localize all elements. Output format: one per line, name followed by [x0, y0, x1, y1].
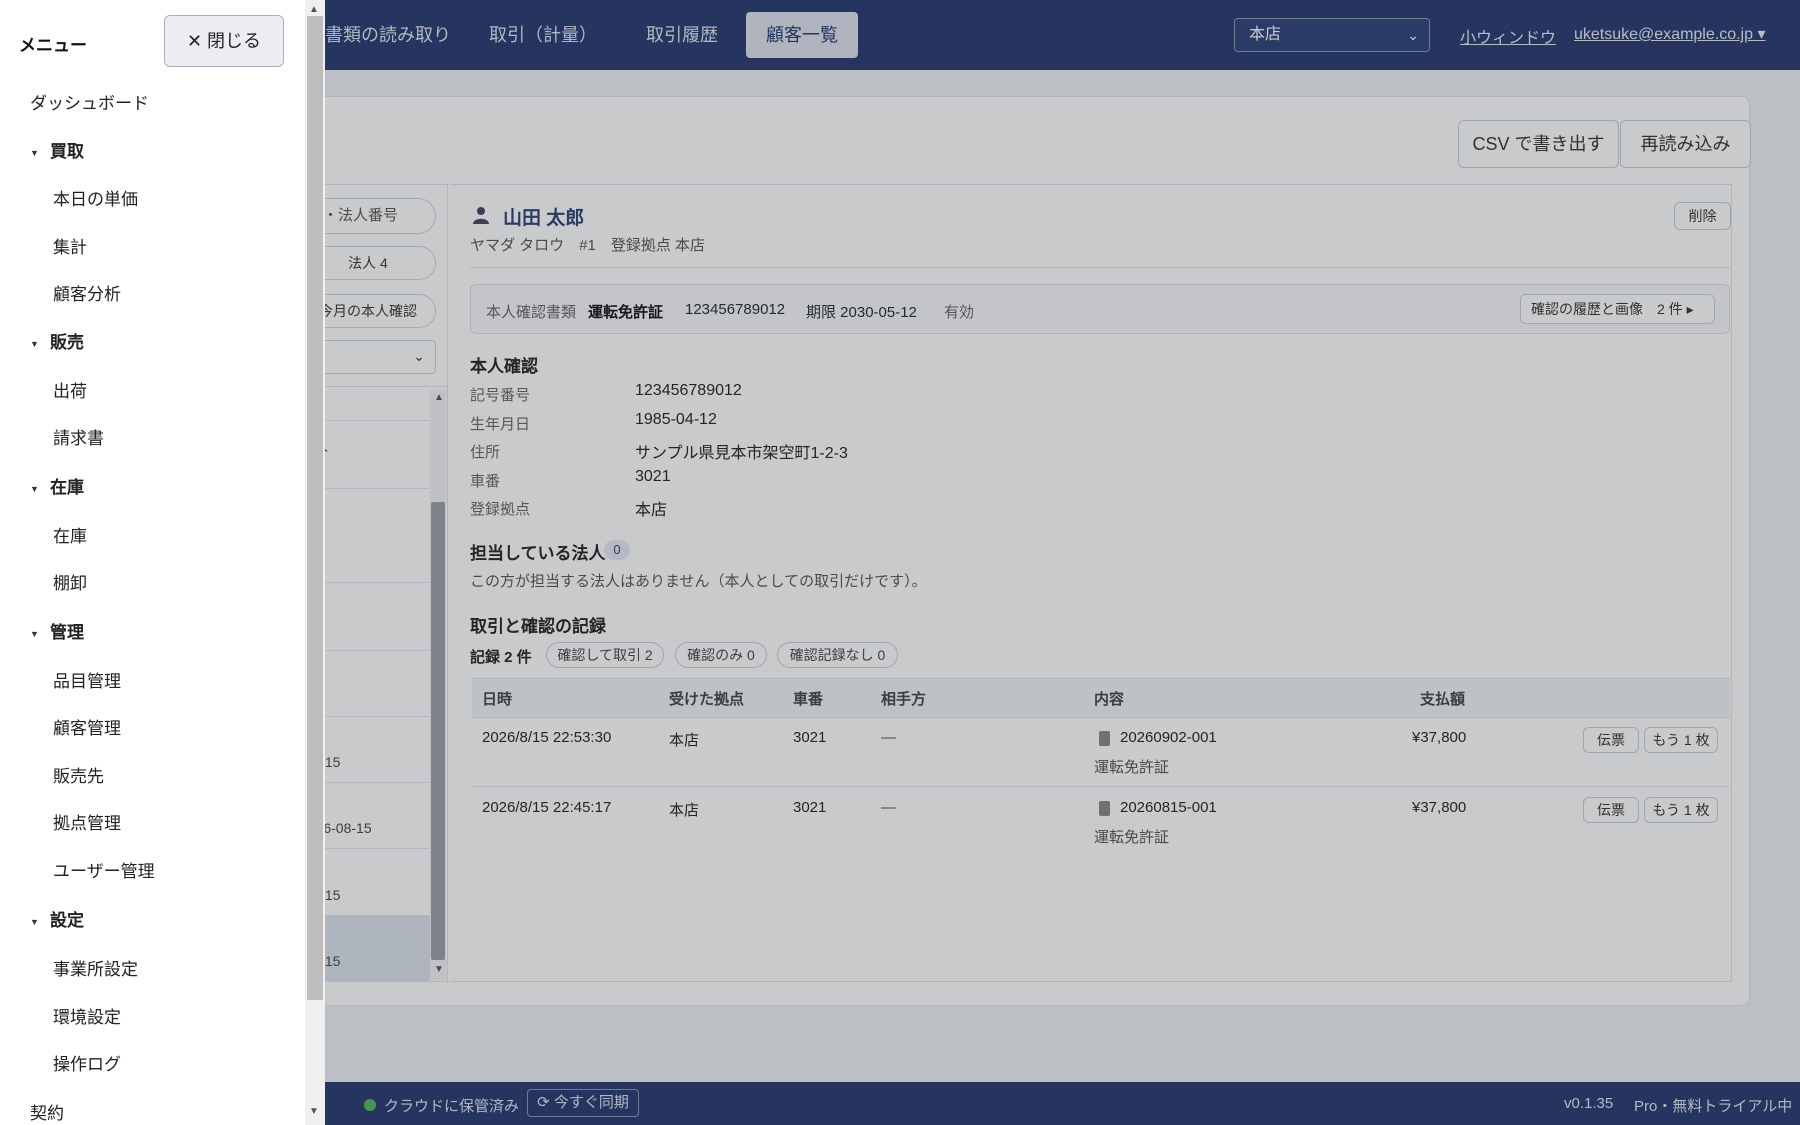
menu-item-customer-analysis[interactable]: 顧客分析 [53, 280, 121, 305]
menu-item-stocktake[interactable]: 棚卸 [53, 569, 87, 594]
menu-item-summary[interactable]: 集計 [53, 233, 87, 258]
menu-item-environment-settings[interactable]: 環境設定 [53, 1003, 121, 1028]
menu-item-shipping[interactable]: 出荷 [53, 377, 87, 402]
menu-item-buyers[interactable]: 販売先 [53, 762, 104, 787]
menu-group-label: 販売 [50, 333, 84, 352]
menu-group-label: 設定 [50, 911, 84, 930]
menu-item-todays-price[interactable]: 本日の単価 [53, 185, 138, 210]
menu-group-settings[interactable]: ▼ 設定 [30, 906, 84, 931]
menu-group-label: 買取 [50, 142, 84, 161]
caret-down-icon: ▼ [30, 628, 39, 639]
menu-group-label: 管理 [50, 623, 84, 642]
menu-item-branch-management[interactable]: 拠点管理 [53, 809, 121, 834]
menu-scrollbar-thumb[interactable] [307, 16, 323, 1000]
menu-group-purchase[interactable]: ▼ 買取 [30, 137, 84, 162]
menu-item-customer-management[interactable]: 顧客管理 [53, 714, 121, 739]
menu-group-sales[interactable]: ▼ 販売 [30, 328, 84, 353]
menu-item-contract[interactable]: 契約 [30, 1099, 64, 1124]
scroll-down-icon[interactable]: ▼ [309, 1106, 319, 1117]
menu-item-item-management[interactable]: 品目管理 [53, 667, 121, 692]
menu-group-label: 在庫 [50, 478, 84, 497]
menu-item-dashboard[interactable]: ダッシュボード [30, 89, 149, 114]
side-menu-drawer: メニュー ✕ 閉じる ダッシュボード ▼ 買取 本日の単価 集計 顧客分析 ▼ 販売… [0, 0, 305, 1125]
menu-item-stock[interactable]: 在庫 [53, 522, 87, 547]
caret-down-icon: ▼ [30, 483, 39, 494]
menu-item-user-management[interactable]: ユーザー管理 [53, 857, 155, 882]
menu-group-admin[interactable]: ▼ 管理 [30, 618, 84, 643]
menu-title: メニュー [19, 36, 87, 55]
caret-down-icon: ▼ [30, 916, 39, 927]
scroll-up-icon[interactable]: ▲ [309, 4, 319, 15]
caret-down-icon: ▼ [30, 338, 39, 349]
close-menu-button[interactable]: ✕ 閉じる [164, 15, 284, 67]
menu-group-inventory[interactable]: ▼ 在庫 [30, 473, 84, 498]
menu-item-office-settings[interactable]: 事業所設定 [53, 955, 138, 980]
menu-item-operation-log[interactable]: 操作ログ [53, 1050, 121, 1075]
caret-down-icon: ▼ [30, 147, 39, 158]
menu-item-invoice[interactable]: 請求書 [53, 424, 104, 449]
